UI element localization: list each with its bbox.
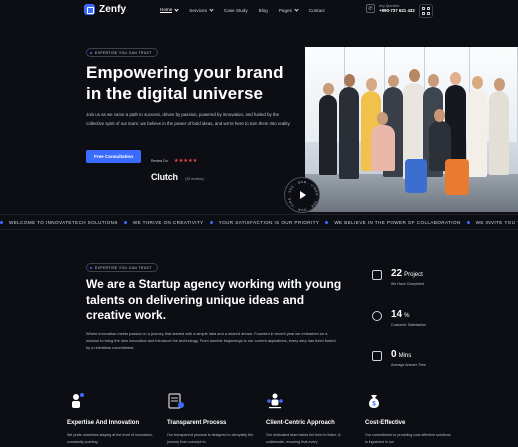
stat-unit: Project: [404, 272, 423, 278]
stat-label: We Have Completed: [391, 282, 425, 286]
free-consultation-button[interactable]: Free Consultation: [86, 150, 141, 163]
hero-badge: EXPERTISE YOU CAN TRUST: [86, 48, 158, 57]
ticker-item: WELCOME TO INNOVATETECH SOLUTIONS: [0, 220, 118, 225]
feature-description: Our commitment to providing cost-effecti…: [365, 433, 451, 444]
about-description: Where innovation meets passion in a jour…: [86, 331, 336, 350]
stat-value: 22: [391, 268, 403, 279]
feature-title: Cost-Effective: [365, 420, 406, 426]
stat-label: Average Answer Time: [391, 363, 426, 367]
stat-label: Customer Satisfaction: [391, 323, 427, 327]
contact-phone[interactable]: +990-737 621 432: [379, 8, 415, 13]
stat-unit: %: [404, 313, 410, 319]
marquee-ticker: WELCOME TO INNOVATETECH SOLUTIONS WE THRI…: [0, 214, 518, 230]
chevron-down-icon: [209, 7, 214, 12]
projects-icon: [372, 270, 382, 280]
chevron-down-icon: [174, 7, 179, 12]
clutch-logo: Clutch: [151, 172, 178, 182]
hero-description: Join us as we carve a path to success, d…: [86, 112, 291, 126]
ticker-track: WELCOME TO INNOVATETECH SOLUTIONS WE THRI…: [0, 220, 518, 225]
feature-title: Transparent Process: [167, 420, 227, 426]
clock-icon: [372, 351, 382, 361]
about-title: We are a Startup agency working with you…: [86, 277, 342, 322]
nav-item-blog[interactable]: Blog: [259, 7, 268, 13]
review-label: Review On: [151, 159, 168, 163]
dot-icon: [466, 221, 470, 224]
stat-satisfaction: 14% Customer Satisfaction: [372, 309, 462, 339]
stat-value: 14: [391, 309, 403, 320]
stat-answer-time: 0 Mins Average Answer Time: [372, 349, 462, 379]
ticker-item: WE BELIEVE IN THE POWER OF COLLABORATION: [325, 220, 460, 225]
nav-item-pages[interactable]: Pages: [279, 7, 299, 13]
feature-title: Expertise And Innovation: [67, 420, 140, 426]
landing-page: Zenfy Home Services Case Study Blog Page…: [0, 0, 518, 447]
main-nav: Home Services Case Study Blog Pages Cont…: [160, 7, 325, 13]
nav-item-home[interactable]: Home: [160, 7, 179, 13]
nav-item-case-study[interactable]: Case Study: [224, 7, 248, 13]
site-header: Zenfy Home Services Case Study Blog Page…: [0, 0, 518, 24]
rating-stars-icon: ★★★★★: [174, 158, 198, 164]
idea-person-icon: [72, 393, 84, 408]
about-badge: EXPERTISE YOU CAN TRUST: [86, 263, 158, 272]
hero-title: Empowering your brand in the digital uni…: [86, 63, 284, 103]
checklist-icon: [168, 393, 184, 409]
phone-icon: ✆: [366, 4, 375, 14]
header-contact[interactable]: ✆ Any Question +990-737 621 432: [366, 4, 415, 14]
dot-icon: [0, 221, 3, 224]
feature-description: We pride ourselves staying at the front …: [67, 433, 153, 444]
feature-title: Client-Centric Approach: [266, 420, 335, 426]
grid-menu-button[interactable]: [419, 4, 433, 18]
team-icon: [267, 393, 283, 409]
stat-unit: Mins: [398, 353, 412, 359]
money-bag-icon: $: [369, 395, 379, 408]
svg-text:· SEE · OUR · VIDEO · SEE · OU: · SEE · OUR · VIDEO · SEE · OUR · VIDEO: [285, 178, 319, 212]
dot-icon: [123, 221, 127, 224]
clutch-review[interactable]: Review On ★★★★★ Clutch (30 reviews): [151, 149, 204, 185]
play-video-button[interactable]: · SEE · OUR · VIDEO · SEE · OUR · VIDEO: [284, 177, 320, 213]
dot-icon: [90, 51, 92, 54]
dot-icon: [325, 221, 329, 224]
satisfaction-icon: [372, 311, 382, 321]
dot-icon: [90, 266, 92, 269]
logo-text: Zenfy: [99, 4, 127, 15]
stat-projects: 22 Project We Have Completed: [372, 268, 462, 298]
video-ring-text: · SEE · OUR · VIDEO · SEE · OUR · VIDEO: [285, 178, 319, 212]
nav-item-services[interactable]: Services: [189, 7, 214, 13]
review-count: (30 reviews): [185, 177, 204, 181]
ticker-item: YOUR SATISFACTION IS OUR PRIORITY: [209, 220, 320, 225]
grid-menu-icon: [422, 7, 426, 11]
feature-description: Our transparent process is designed to d…: [167, 433, 254, 444]
stat-value: 0: [391, 349, 397, 360]
feature-description: Our dedicated team takes the time to lis…: [266, 433, 341, 444]
dot-icon: [209, 221, 213, 224]
chevron-down-icon: [294, 7, 299, 12]
team-photo: [305, 47, 518, 212]
nav-item-contact[interactable]: Contact: [309, 7, 325, 13]
logo[interactable]: Zenfy: [84, 4, 126, 15]
ticker-item: WE THRIVE ON CREATIVITY: [123, 220, 204, 225]
logo-icon: [84, 4, 95, 15]
ticker-item: WE INVITE YOU TO JOIN US: [466, 220, 518, 225]
